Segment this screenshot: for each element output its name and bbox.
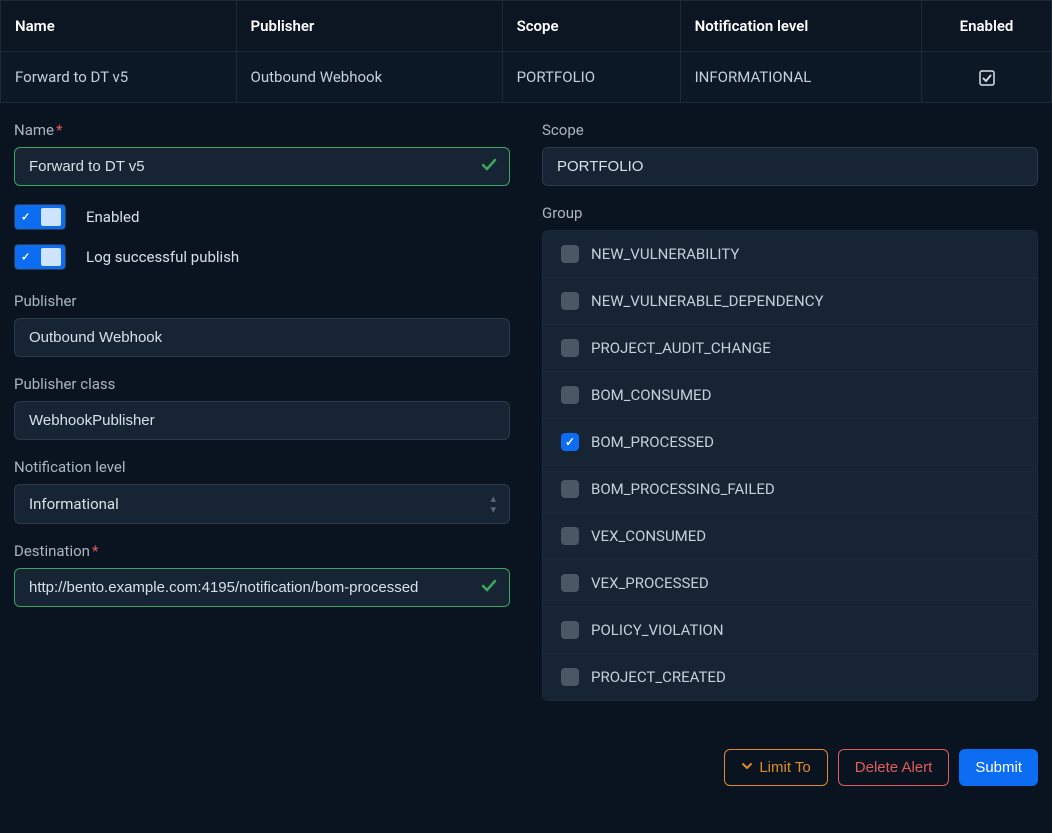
group-item-label: NEW_VULNERABILITY [591,245,739,263]
name-input[interactable] [14,147,510,186]
group-item-label: BOM_CONSUMED [591,386,711,404]
cell-scope: PORTFOLIO [502,52,680,103]
required-asterisk: * [92,542,98,560]
group-item-policy_violation[interactable]: POLICY_VIOLATION [543,607,1037,654]
required-asterisk: * [56,121,62,139]
col-name[interactable]: Name [1,1,237,52]
publisher-label: Publisher [14,292,510,310]
group-item-label: POLICY_VIOLATION [591,621,724,639]
group-item-label: VEX_PROCESSED [591,574,709,592]
group-item-bom_consumed[interactable]: BOM_CONSUMED [543,372,1037,419]
check-icon [480,577,498,599]
enabled-toggle[interactable]: ✓ [14,204,66,230]
checkbox-icon [561,339,579,357]
group-item-project_audit_change[interactable]: PROJECT_AUDIT_CHANGE [543,325,1037,372]
group-label: Group [542,204,1038,222]
cell-enabled [922,52,1052,103]
action-bar: Limit To Delete Alert Submit [0,733,1052,786]
enabled-toggle-label: Enabled [86,208,139,226]
limit-to-label: Limit To [759,759,810,776]
cell-publisher: Outbound Webhook [236,52,502,103]
scope-input[interactable] [542,147,1038,186]
check-icon [480,156,498,178]
alerts-table: Name Publisher Scope Notification level … [0,0,1052,103]
checkbox-icon [561,574,579,592]
destination-label: Destination* [14,542,510,560]
checkbox-checked-icon [979,68,995,86]
publisher-class-label: Publisher class [14,375,510,393]
group-item-label: VEX_CONSUMED [591,527,706,545]
table-row[interactable]: Forward to DT v5 Outbound Webhook PORTFO… [1,52,1052,103]
col-scope[interactable]: Scope [502,1,680,52]
publisher-class-input[interactable] [14,401,510,440]
limit-to-button[interactable]: Limit To [724,749,827,786]
group-item-label: BOM_PROCESSING_FAILED [591,480,775,498]
group-item-bom_processing_failed[interactable]: BOM_PROCESSING_FAILED [543,466,1037,513]
log-publish-toggle-label: Log successful publish [86,248,239,266]
group-item-label: NEW_VULNERABLE_DEPENDENCY [591,292,824,310]
name-label: Name* [14,121,510,139]
checkbox-icon [561,527,579,545]
group-item-label: PROJECT_AUDIT_CHANGE [591,339,771,357]
cell-level: INFORMATIONAL [680,52,921,103]
right-column: Scope Group NEW_VULNERABILITYNEW_VULNERA… [542,121,1038,719]
checkbox-icon [561,433,579,451]
col-level[interactable]: Notification level [680,1,921,52]
group-item-vex_processed[interactable]: VEX_PROCESSED [543,560,1037,607]
delete-alert-button[interactable]: Delete Alert [838,749,950,786]
submit-button[interactable]: Submit [959,749,1038,786]
group-item-bom_processed[interactable]: BOM_PROCESSED [543,419,1037,466]
left-column: Name* ✓ Enabled ✓ Log successful publish [14,121,510,719]
notification-level-label: Notification level [14,458,510,476]
publisher-input[interactable] [14,318,510,357]
group-item-new_vulnerability[interactable]: NEW_VULNERABILITY [543,231,1037,278]
col-publisher[interactable]: Publisher [236,1,502,52]
checkbox-icon [561,621,579,639]
group-item-project_created[interactable]: PROJECT_CREATED [543,654,1037,700]
col-enabled[interactable]: Enabled [922,1,1052,52]
cell-name: Forward to DT v5 [1,52,237,103]
checkbox-icon [561,668,579,686]
group-list: NEW_VULNERABILITY NEW_VULNERABLE_DEPENDEN… [542,230,1038,701]
group-item-vex_consumed[interactable]: VEX_CONSUMED [543,513,1037,560]
log-publish-toggle[interactable]: ✓ [14,244,66,270]
destination-input[interactable] [14,568,510,607]
chevron-down-icon [741,759,753,776]
checkbox-icon [561,245,579,263]
notification-level-select[interactable]: Informational [14,484,510,524]
check-icon: ✓ [21,211,30,224]
checkbox-icon [561,480,579,498]
group-item-label: BOM_PROCESSED [591,433,714,451]
checkbox-icon [561,386,579,404]
checkbox-icon [561,292,579,310]
group-item-label: PROJECT_CREATED [591,668,726,686]
group-item-new_vulnerable_dependency[interactable]: NEW_VULNERABLE_DEPENDENCY [543,278,1037,325]
check-icon: ✓ [21,251,30,264]
scope-label: Scope [542,121,1038,139]
